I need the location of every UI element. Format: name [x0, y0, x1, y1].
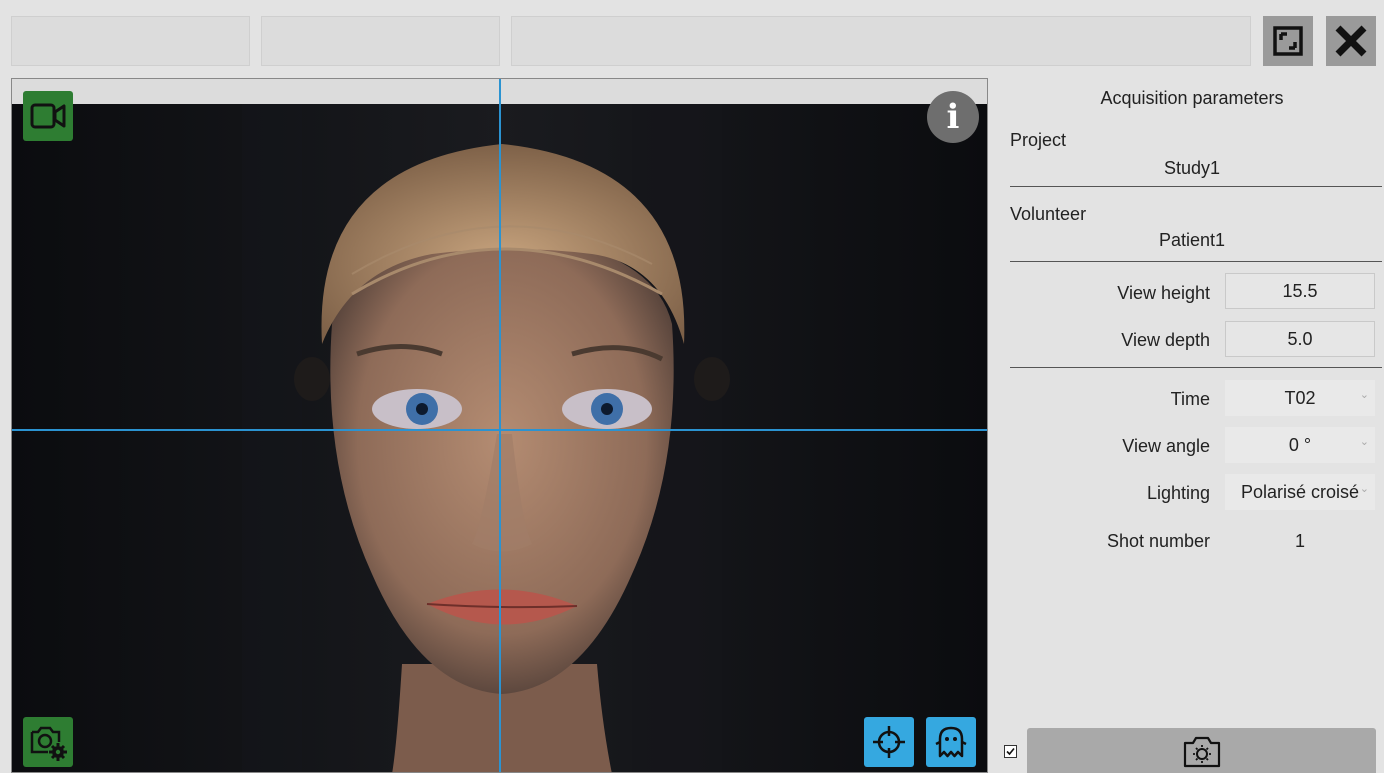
- toolbar-field-3[interactable]: [511, 16, 1251, 66]
- ghost-icon: [935, 726, 967, 758]
- view-height-input[interactable]: 15.5: [1225, 273, 1375, 309]
- chevron-down-icon: ⌄: [1359, 389, 1369, 401]
- chevron-down-icon: ⌄: [1359, 483, 1369, 495]
- crosshair-icon: [873, 726, 905, 758]
- restore-window-button[interactable]: [1263, 16, 1313, 66]
- crosshair-button[interactable]: [864, 717, 914, 767]
- ghost-overlay-button[interactable]: [926, 717, 976, 767]
- view-angle-label: View angle: [1122, 436, 1210, 456]
- toolbar-field-2[interactable]: [261, 16, 500, 66]
- view-depth-label: View depth: [1121, 330, 1210, 350]
- checkbox-checked-icon: [1004, 745, 1017, 758]
- view-depth-input[interactable]: 5.0: [1225, 321, 1375, 357]
- separator: [1010, 261, 1382, 262]
- volunteer-label: Volunteer: [1010, 204, 1087, 224]
- view-angle-select[interactable]: 0 ° ⌄: [1225, 427, 1375, 463]
- project-label: Project: [1010, 130, 1067, 150]
- capture-checkbox[interactable]: [1004, 745, 1017, 758]
- separator: [1010, 367, 1382, 368]
- shot-number-value: 1: [1294, 531, 1305, 551]
- view-angle-select-value: 0 °: [1288, 434, 1312, 455]
- lighting-select[interactable]: Polarisé croisé ⌄: [1225, 474, 1375, 510]
- time-select[interactable]: T02 ⌄: [1225, 380, 1375, 416]
- separator: [1010, 186, 1382, 187]
- shot-number-label: Shot number: [1106, 531, 1210, 551]
- video-mode-button[interactable]: [23, 91, 73, 141]
- time-label: Time: [1170, 389, 1210, 409]
- panel-title: Acquisition parameters: [1100, 88, 1284, 108]
- camera-settings-icon: [30, 726, 67, 761]
- camera-settings-button[interactable]: [23, 717, 73, 767]
- chevron-down-icon: ⌄: [1359, 436, 1369, 448]
- time-select-value: T02: [1284, 387, 1316, 408]
- acquisition-panel: Acquisition parameters Project Study1 Vo…: [1000, 78, 1384, 773]
- lighting-label: Lighting: [1146, 483, 1210, 503]
- volunteer-value: Patient1: [1158, 230, 1226, 250]
- project-value: Study1: [1163, 158, 1221, 178]
- camera-capture-icon: [1183, 736, 1220, 767]
- restore-window-icon: [1273, 26, 1303, 56]
- lighting-select-value: Polarisé croisé: [1240, 481, 1360, 502]
- close-icon: [1335, 25, 1367, 57]
- view-height-label: View height: [1117, 283, 1210, 303]
- info-button[interactable]: i: [927, 91, 979, 143]
- video-camera-icon: [30, 103, 66, 129]
- capture-button[interactable]: [1027, 728, 1376, 773]
- toolbar-field-1[interactable]: [11, 16, 250, 66]
- vertical-guide-line: [499, 79, 501, 772]
- camera-viewport[interactable]: [11, 78, 988, 773]
- close-button[interactable]: [1326, 16, 1376, 66]
- info-icon: i: [946, 97, 960, 137]
